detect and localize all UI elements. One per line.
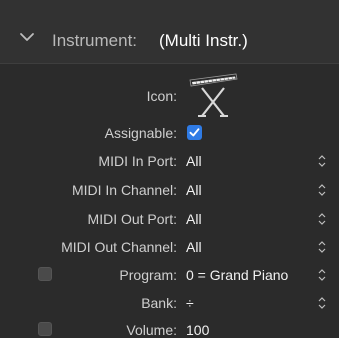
header-value: (Multi Instr.)	[159, 31, 248, 50]
program-row[interactable]: Program: 0 = Grand Piano	[0, 263, 339, 287]
midi-in-channel-row[interactable]: MIDI In Channel: All	[0, 178, 339, 202]
bank-label: Bank:	[141, 295, 177, 311]
instrument-inspector: Instrument: (Multi Instr.) Icon: Assigna…	[0, 0, 339, 338]
stepper-icon[interactable]	[317, 268, 327, 282]
keyboard-instrument-icon[interactable]	[188, 70, 238, 120]
midi-out-channel-label: MIDI Out Channel:	[61, 239, 177, 255]
stepper-icon[interactable]	[317, 240, 327, 254]
chevron-down-icon[interactable]	[19, 31, 35, 43]
midi-out-port-label: MIDI Out Port:	[87, 211, 177, 227]
volume-enable-checkbox[interactable]	[38, 322, 52, 336]
volume-label: Volume:	[126, 322, 177, 338]
icon-row: Icon:	[0, 64, 339, 121]
assignable-checkbox[interactable]	[187, 125, 202, 140]
volume-value[interactable]: 100	[186, 322, 209, 338]
stepper-icon[interactable]	[317, 212, 327, 226]
midi-in-port-row[interactable]: MIDI In Port: All	[0, 149, 339, 173]
bank-value[interactable]: ÷	[186, 295, 194, 311]
midi-in-channel-value[interactable]: All	[186, 182, 202, 198]
program-value[interactable]: 0 = Grand Piano	[186, 267, 288, 283]
midi-out-port-row[interactable]: MIDI Out Port: All	[0, 207, 339, 231]
assignable-row: Assignable:	[0, 121, 339, 145]
bank-row[interactable]: Bank: ÷	[0, 291, 339, 315]
assignable-label: Assignable:	[104, 125, 177, 141]
header-label: Instrument:	[52, 31, 138, 50]
program-enable-checkbox[interactable]	[38, 267, 52, 281]
icon-label: Icon:	[146, 88, 177, 104]
volume-row[interactable]: Volume: 100	[0, 318, 339, 338]
stepper-icon[interactable]	[317, 183, 327, 197]
checkmark-icon	[189, 128, 200, 137]
midi-out-channel-value[interactable]: All	[186, 239, 202, 255]
midi-in-port-label: MIDI In Port:	[98, 153, 177, 169]
midi-in-port-value[interactable]: All	[186, 153, 202, 169]
stepper-icon[interactable]	[317, 154, 327, 168]
inspector-header[interactable]: Instrument: (Multi Instr.)	[0, 0, 339, 64]
stepper-icon[interactable]	[317, 296, 327, 310]
midi-out-channel-row[interactable]: MIDI Out Channel: All	[0, 235, 339, 259]
program-label: Program:	[119, 267, 177, 283]
midi-in-channel-label: MIDI In Channel:	[71, 182, 177, 198]
midi-out-port-value[interactable]: All	[186, 211, 202, 227]
